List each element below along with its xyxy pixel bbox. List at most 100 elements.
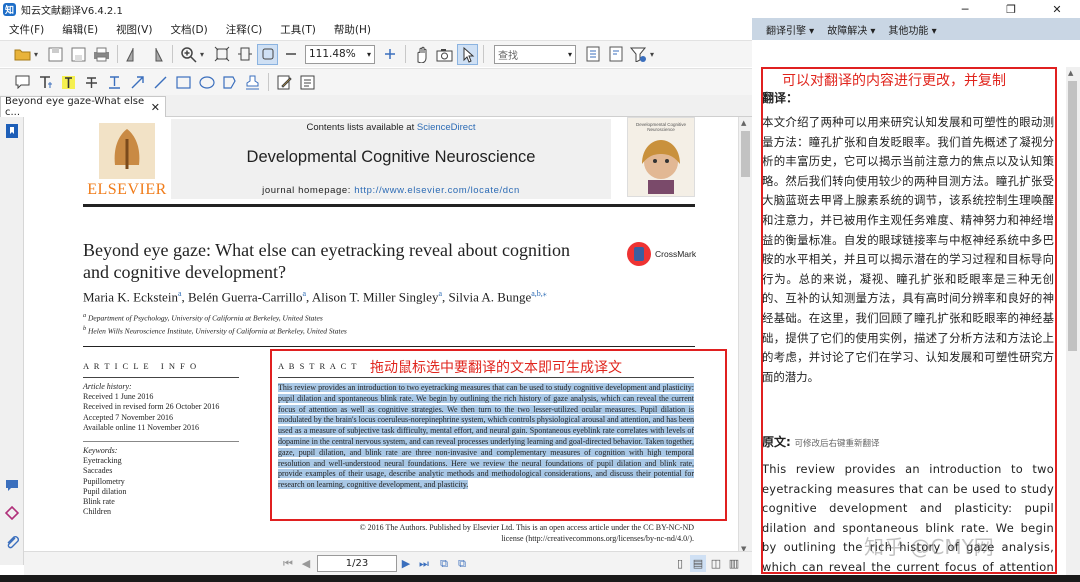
menu-translation-engine[interactable]: 翻译引擎 ▾ <box>766 22 814 37</box>
taskbar-edge <box>0 575 1080 582</box>
find-previous-icon[interactable] <box>582 44 603 65</box>
chevron-down-icon[interactable]: ▾ <box>650 50 660 59</box>
journal-cover: Developmental Cognitive Neuroscience <box>627 117 695 197</box>
next-view-icon[interactable]: ⧉ <box>454 555 470 572</box>
menu-file[interactable]: 文件(F) <box>0 22 53 37</box>
find-next-icon[interactable] <box>605 44 626 65</box>
open-folder-icon[interactable] <box>12 44 33 65</box>
contents-line: Contents lists available at ScienceDirec… <box>171 122 611 133</box>
text-box-icon[interactable] <box>35 72 56 93</box>
document-viewer[interactable]: ELSEVIER Contents lists available at Sci… <box>24 117 738 557</box>
viewer-scrollbar[interactable]: ▲ ▼ <box>738 117 752 557</box>
keywords-label: Keywords: <box>83 446 118 455</box>
highlight-icon[interactable] <box>58 72 79 93</box>
menu-edit[interactable]: 编辑(E) <box>53 22 107 37</box>
scroll-up-icon[interactable]: ▲ <box>741 119 746 127</box>
snapshot-icon[interactable] <box>434 44 455 65</box>
maximize-button[interactable]: ❐ <box>988 0 1034 18</box>
minimize-button[interactable]: ─ <box>942 0 988 18</box>
attachment-icon[interactable] <box>5 535 19 552</box>
author-name: Maria K. Eckstein <box>83 289 178 305</box>
menu-view[interactable]: 视图(V) <box>107 22 161 37</box>
actual-size-icon[interactable] <box>257 43 278 65</box>
zoom-level-value: 111.48% <box>309 48 356 60</box>
publisher-name: ELSEVIER <box>87 181 167 198</box>
menu-document[interactable]: 文档(D) <box>161 22 216 37</box>
homepage-link[interactable]: http://www.elsevier.com/locate/dcn <box>354 185 520 196</box>
hand-tool-icon[interactable] <box>411 44 432 65</box>
close-tab-icon[interactable]: ✕ <box>151 101 160 114</box>
menu-help[interactable]: 帮助(H) <box>325 22 380 37</box>
section-rule <box>83 346 695 347</box>
crossmark-badge[interactable]: CrossMark <box>626 241 696 267</box>
save-as-icon[interactable] <box>68 44 89 65</box>
rectangle-icon[interactable] <box>173 72 194 93</box>
bookmark-icon[interactable] <box>5 123 19 142</box>
elsevier-logo: ELSEVIER <box>83 119 171 201</box>
edit-document-icon[interactable] <box>274 72 295 93</box>
zoom-level-field[interactable]: 111.48% ▾ <box>305 44 375 64</box>
search-input[interactable]: 查找 ▾ <box>494 44 576 64</box>
properties-icon[interactable] <box>297 72 318 93</box>
note-icon[interactable] <box>12 72 33 93</box>
author-affiliation-mark[interactable]: a,b,⁎ <box>531 289 547 298</box>
title-bar: 知 知云文献翻译V6.4.2.1 ─ ❐ ✕ <box>0 0 1080 18</box>
translation-panel[interactable]: 可以对翻译的内容进行更改，并复制 翻译： 本文介绍了两种可以用来研究认知发展和可… <box>752 67 1066 575</box>
left-sidebar <box>0 117 24 565</box>
zoom-in-icon[interactable] <box>178 44 199 65</box>
chevron-down-icon[interactable]: ▾ <box>367 50 371 59</box>
keyword: Pupillometry <box>83 476 125 486</box>
flip-left-icon[interactable] <box>123 44 144 65</box>
menu-tools[interactable]: 工具(T) <box>271 22 325 37</box>
stamp-icon[interactable] <box>242 72 263 93</box>
select-text-icon[interactable] <box>457 43 478 65</box>
chevron-down-icon[interactable]: ▾ <box>200 50 210 59</box>
homepage-line: journal homepage: http://www.elsevier.co… <box>171 185 611 196</box>
keyword: Blink rate <box>83 497 115 507</box>
last-page-icon[interactable]: ⏭ <box>416 555 432 572</box>
tab-document[interactable]: Beyond eye gaze-What else c... ✕ <box>0 96 166 118</box>
zoom-plus-icon[interactable] <box>379 44 400 65</box>
underline-icon[interactable] <box>104 72 125 93</box>
print-icon[interactable] <box>91 44 112 65</box>
fit-width-icon[interactable] <box>234 44 255 65</box>
line-icon[interactable] <box>150 72 171 93</box>
keyword: Pupil dilation <box>83 486 127 496</box>
menu-troubleshoot[interactable]: 故障解决 ▾ <box>827 22 875 37</box>
save-icon[interactable] <box>45 44 66 65</box>
page-number-field[interactable]: 1/23 <box>317 555 397 572</box>
scrollbar-thumb[interactable] <box>1068 81 1077 351</box>
menu-other-functions[interactable]: 其他功能 ▾ <box>888 22 936 37</box>
arrow-icon[interactable] <box>127 72 148 93</box>
scrollbar-thumb[interactable] <box>741 131 750 177</box>
menu-comment[interactable]: 注释(C) <box>217 22 272 37</box>
flip-right-icon[interactable] <box>146 44 167 65</box>
chevron-down-icon[interactable]: ▾ <box>34 50 44 59</box>
scroll-up-icon[interactable]: ▲ <box>1068 69 1073 77</box>
continuous-facing-icon[interactable]: ▥ <box>726 555 742 572</box>
translation-scrollbar[interactable]: ▲ <box>1066 67 1080 575</box>
close-window-button[interactable]: ✕ <box>1034 0 1080 18</box>
next-page-icon[interactable]: ▶ <box>398 555 414 572</box>
strikeout-icon[interactable] <box>81 72 102 93</box>
previous-view-icon[interactable]: ⧉ <box>436 555 452 572</box>
license-link[interactable]: license (http://creativecommons.org/lice… <box>292 534 694 545</box>
previous-page-icon[interactable]: ◀ <box>298 555 314 572</box>
author-list: Maria K. Ecksteina, Belén Guerra-Carrill… <box>83 289 547 305</box>
first-page-icon[interactable]: ⏮ <box>280 555 296 572</box>
chevron-down-icon[interactable]: ▾ <box>568 50 572 59</box>
ellipse-icon[interactable] <box>196 72 217 93</box>
annotation-toolbar <box>0 68 752 95</box>
sciencedirect-link[interactable]: ScienceDirect <box>417 122 476 133</box>
comment-icon[interactable] <box>5 479 19 496</box>
window-title: 知云文献翻译V6.4.2.1 <box>21 5 123 17</box>
zoom-out-icon[interactable] <box>280 44 301 65</box>
single-page-icon[interactable]: ▯ <box>672 555 688 572</box>
polygon-icon[interactable] <box>219 72 240 93</box>
continuous-page-icon[interactable]: ▤ <box>690 555 706 572</box>
license-text: © 2016 The Authors. Published by Elsevie… <box>292 523 694 544</box>
filter-icon[interactable] <box>628 44 649 65</box>
fit-page-icon[interactable] <box>211 44 232 65</box>
facing-page-icon[interactable]: ◫ <box>708 555 724 572</box>
layers-icon[interactable] <box>4 505 20 523</box>
